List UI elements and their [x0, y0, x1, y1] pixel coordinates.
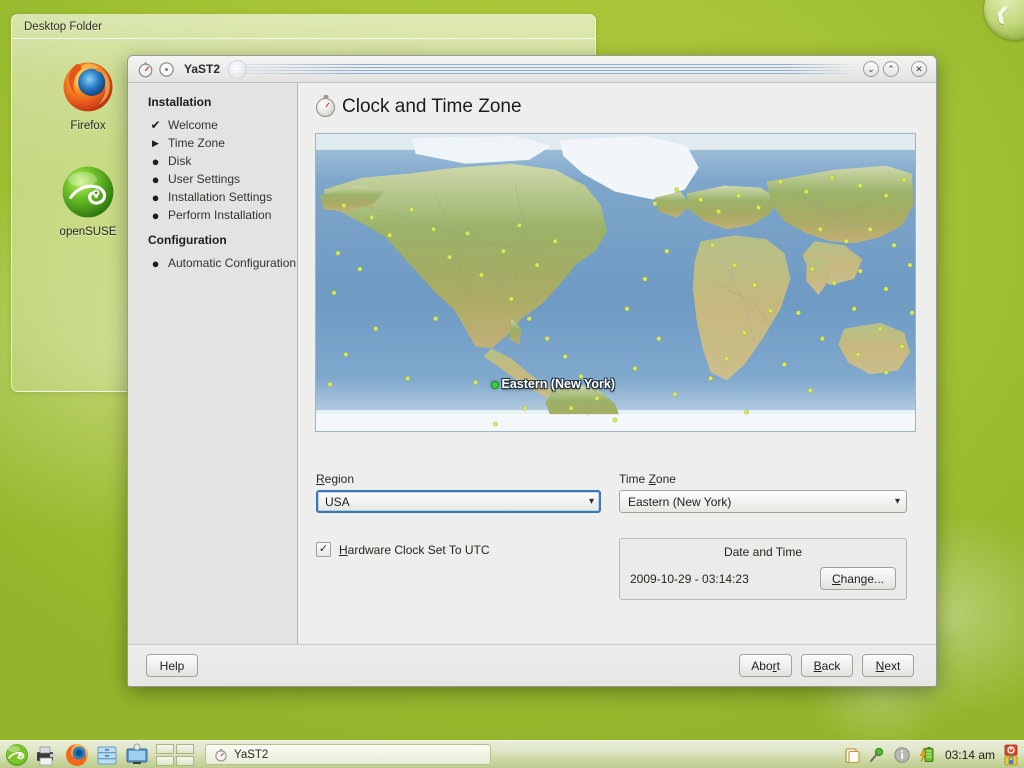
- footer-buttons: Abo r t Back Next: [739, 654, 914, 677]
- timezone-select[interactable]: Eastern (New York) ▾: [619, 490, 907, 513]
- current-date-time-value: 2009-10-29 - 03:14:23: [630, 571, 749, 586]
- timezone-value: Eastern (New York): [628, 494, 732, 509]
- chevron-down-icon: ▾: [588, 496, 594, 507]
- sidebar-item-label: Perform Installation: [168, 208, 272, 222]
- task-button-yast2[interactable]: YaST2: [205, 744, 491, 765]
- opensuse-icon: [59, 163, 117, 221]
- step-pending-icon: ●: [151, 207, 160, 223]
- region-value: USA: [325, 494, 350, 509]
- window-titlebar[interactable]: YaST2 ⌄ ⌃ ✕: [128, 56, 936, 83]
- change-date-time-button[interactable]: Change...: [819, 567, 896, 590]
- firefox-icon: [59, 57, 117, 115]
- desktop-icon-opensuse[interactable]: openSUSE: [40, 163, 136, 238]
- window-body: Installation ✔ Welcome ▶ Time Zone ● Dis…: [128, 83, 936, 644]
- sidebar-item-label: User Settings: [168, 172, 241, 186]
- clock-icon: [137, 61, 154, 78]
- step-pending-icon: ●: [151, 189, 160, 205]
- step-pending-icon: ●: [151, 153, 160, 169]
- step-pending-icon: ●: [151, 255, 160, 271]
- sidebar-heading-installation: Installation: [148, 95, 212, 109]
- installation-sidebar: Installation ✔ Welcome ▶ Time Zone ● Dis…: [128, 83, 298, 644]
- system-tray: 03:14 am: [843, 744, 1022, 766]
- window-controls: ⌄ ⌃ ✕: [863, 61, 936, 77]
- page-header: Clock and Time Zone: [316, 96, 914, 118]
- pin-icon[interactable]: [868, 746, 886, 764]
- close-button[interactable]: ✕: [911, 61, 927, 77]
- pager-page-2[interactable]: [176, 743, 194, 754]
- printer-icon[interactable]: [34, 742, 60, 768]
- page-content: Clock and Time Zone Eastern (New York) R…: [298, 83, 936, 644]
- session-icons: [1004, 744, 1018, 766]
- step-pending-icon: ●: [151, 171, 160, 187]
- sidebar-item-automatic-configuration[interactable]: ● Automatic Configuration: [128, 254, 297, 272]
- chevron-down-icon: ▾: [894, 496, 900, 507]
- timezone-label: Time Zone: [619, 472, 676, 486]
- selected-timezone-marker: [490, 381, 499, 389]
- clipboard-icon[interactable]: [843, 746, 861, 764]
- taskbar: YaST2 03:14 am: [0, 740, 1024, 768]
- desktop-icon-label: Firefox: [70, 120, 106, 132]
- world-map-image: [315, 134, 915, 431]
- sidebar-item-label: Installation Settings: [168, 190, 273, 204]
- pager-page-1[interactable]: [156, 743, 174, 754]
- world-map[interactable]: Eastern (New York): [314, 133, 916, 432]
- info-icon[interactable]: [893, 746, 911, 764]
- circle-icon: [158, 61, 175, 78]
- timezone-column: Time Zone Eastern (New York) ▾ Date and …: [619, 472, 907, 600]
- desktop: ❰ Desktop Folder Firefox openSUSE YaST2 …: [0, 0, 1024, 768]
- sidebar-item-label: Welcome: [168, 118, 218, 132]
- next-button[interactable]: Next: [862, 654, 914, 677]
- desktop-icon-firefox[interactable]: Firefox: [40, 57, 136, 132]
- pager-page-3[interactable]: [156, 755, 174, 766]
- region-label: Region: [316, 472, 355, 486]
- desktop-icon-label: openSUSE: [59, 226, 117, 238]
- task-button-label: YaST2: [234, 748, 269, 761]
- desktop-pager[interactable]: [156, 743, 196, 766]
- timezone-form: Region USA ▾ ✓ Hardware Clock Set To UTC…: [316, 472, 914, 600]
- abort-button[interactable]: Abo r t: [739, 654, 792, 677]
- sidebar-item-label: Time Zone: [168, 136, 225, 150]
- titlebar-stripes: [226, 58, 857, 81]
- checkbox-check-icon: ✓: [316, 542, 331, 557]
- region-select[interactable]: USA ▾: [316, 490, 601, 513]
- display-settings-icon[interactable]: [124, 742, 150, 768]
- hardware-clock-utc-label: Hardware Clock Set To UTC: [339, 542, 490, 557]
- plasma-corner-widget[interactable]: ❰: [984, 0, 1024, 40]
- region-column: Region USA ▾ ✓ Hardware Clock Set To UTC: [316, 472, 601, 600]
- firefox-icon[interactable]: [64, 742, 90, 768]
- help-button[interactable]: Help: [146, 654, 198, 677]
- back-button[interactable]: Back: [801, 654, 853, 677]
- date-and-time-group: Date and Time 2009-10-29 - 03:14:23 Chan…: [619, 538, 907, 600]
- desktop-folder-title: Desktop Folder: [12, 15, 595, 39]
- sidebar-item-installation-settings[interactable]: ● Installation Settings: [128, 188, 297, 206]
- yast2-window: YaST2 ⌄ ⌃ ✕ Installation ✔ Welcome ▶ Tim…: [127, 55, 937, 687]
- sidebar-item-perform-installation[interactable]: ● Perform Installation: [128, 206, 297, 224]
- plasma-cashew-icon: ❰: [993, 2, 1012, 25]
- clock-icon: [215, 748, 227, 761]
- sidebar-item-welcome[interactable]: ✔ Welcome: [128, 116, 297, 134]
- tray-clock[interactable]: 03:14 am: [943, 748, 997, 762]
- window-footer: Help Abo r t Back Next: [128, 644, 936, 686]
- hardware-clock-utc-checkbox[interactable]: ✓ Hardware Clock Set To UTC: [316, 542, 601, 557]
- minimize-button[interactable]: ⌄: [863, 61, 879, 77]
- sidebar-item-label: Automatic Configuration: [168, 256, 297, 270]
- date-and-time-row: 2009-10-29 - 03:14:23 Change...: [630, 567, 896, 590]
- page-title: Clock and Time Zone: [342, 96, 522, 117]
- battery-icon[interactable]: [918, 746, 936, 764]
- sidebar-item-disk[interactable]: ● Disk: [128, 152, 297, 170]
- opensuse-menu-icon[interactable]: [4, 742, 30, 768]
- date-and-time-title: Date and Time: [723, 545, 803, 559]
- pager-page-4[interactable]: [176, 755, 194, 766]
- clock-icon: [316, 97, 335, 117]
- window-title: YaST2: [184, 62, 221, 76]
- maximize-button[interactable]: ⌃: [883, 61, 899, 77]
- file-manager-icon[interactable]: [94, 742, 120, 768]
- sidebar-item-user-settings[interactable]: ● User Settings: [128, 170, 297, 188]
- step-done-icon: ✔: [150, 118, 161, 132]
- sidebar-item-time-zone[interactable]: ▶ Time Zone: [128, 134, 297, 152]
- sidebar-heading-configuration: Configuration: [148, 233, 227, 247]
- step-current-icon: ▶: [152, 137, 159, 148]
- sidebar-item-label: Disk: [168, 154, 192, 168]
